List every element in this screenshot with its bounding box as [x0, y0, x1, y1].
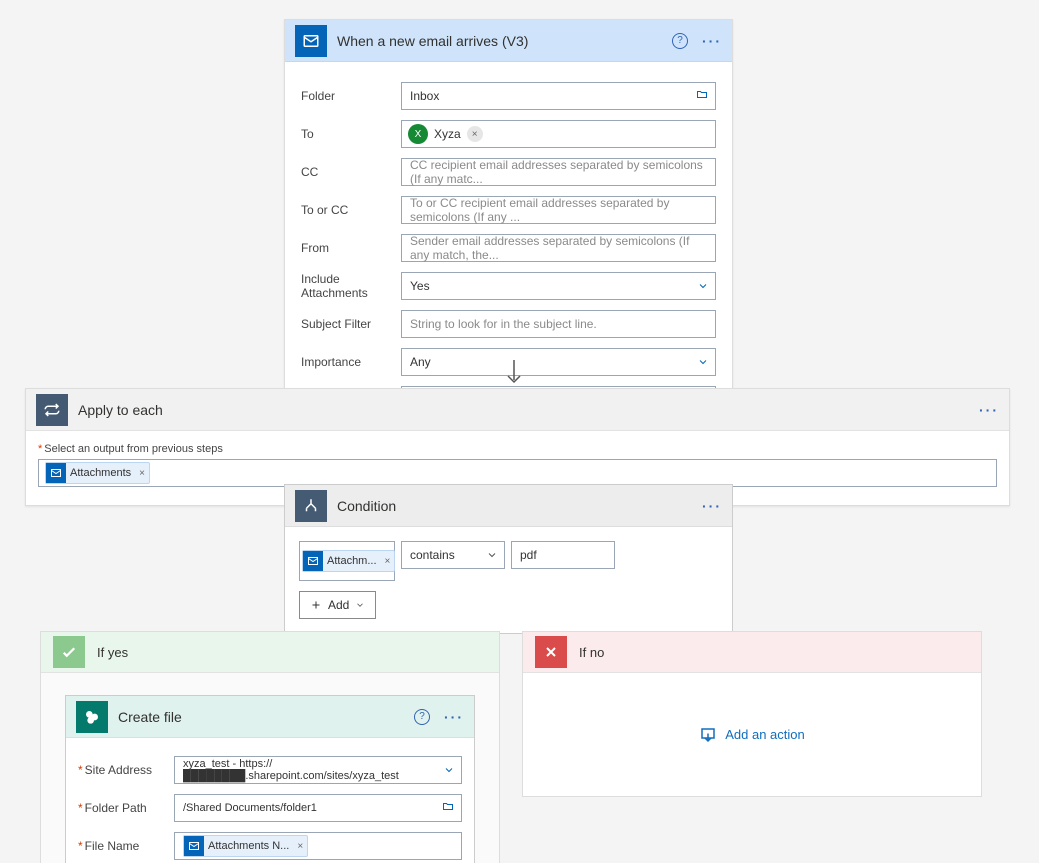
if-no-branch: If no Add an action [522, 631, 982, 797]
remove-token[interactable]: × [381, 556, 395, 567]
cc-label: CC [301, 165, 401, 179]
file-name-label: *File Name [78, 839, 174, 853]
if-no-header[interactable]: If no [523, 632, 981, 672]
add-action-button[interactable]: Add an action [699, 726, 805, 744]
condition-menu[interactable]: ··· [702, 498, 722, 514]
condition-right-input[interactable]: pdf [511, 541, 615, 569]
condition-operator-select[interactable]: contains [401, 541, 505, 569]
site-address-label: *Site Address [78, 763, 174, 777]
trigger-title: When a new email arrives (V3) [337, 33, 672, 49]
remove-contact[interactable]: × [467, 126, 483, 142]
to-or-cc-label: To or CC [301, 203, 401, 217]
trigger-menu[interactable]: ··· [702, 33, 722, 49]
folder-icon [695, 89, 709, 104]
condition-title: Condition [337, 498, 702, 514]
chevron-down-icon [486, 549, 498, 561]
output-input[interactable]: Attachments × [38, 459, 997, 487]
loop-icon [36, 394, 68, 426]
apply-title: Apply to each [78, 402, 979, 418]
to-or-cc-input[interactable]: To or CC recipient email addresses separ… [401, 196, 716, 224]
help-icon[interactable]: ? [414, 709, 430, 725]
to-contact-pill: X Xyza × [408, 123, 489, 145]
if-yes-header[interactable]: If yes [41, 632, 499, 672]
folder-picker[interactable]: Inbox [401, 82, 716, 110]
create-file-header[interactable]: Create file ? ··· [66, 696, 474, 738]
chevron-down-icon [697, 356, 709, 368]
create-file-menu[interactable]: ··· [444, 709, 464, 725]
chevron-down-icon [697, 280, 709, 292]
to-input[interactable]: X Xyza × [401, 120, 716, 148]
folder-path-input[interactable]: /Shared Documents/folder1 [174, 794, 462, 822]
attachment-name-token: Attachm... × [302, 550, 395, 572]
add-condition-button[interactable]: Add [299, 591, 376, 619]
avatar-icon: X [408, 124, 428, 144]
close-icon [535, 636, 567, 668]
cc-input[interactable]: CC recipient email addresses separated b… [401, 158, 716, 186]
from-input[interactable]: Sender email addresses separated by semi… [401, 234, 716, 262]
to-label: To [301, 127, 401, 141]
outlook-icon [46, 463, 66, 483]
folder-path-label: *Folder Path [78, 801, 174, 815]
remove-token[interactable]: × [135, 468, 149, 479]
create-file-title: Create file [118, 709, 414, 725]
apply-header[interactable]: Apply to each ··· [26, 389, 1009, 431]
folder-icon [441, 801, 455, 816]
subject-filter-label: Subject Filter [301, 317, 401, 331]
importance-select[interactable]: Any [401, 348, 716, 376]
chevron-down-icon [443, 764, 455, 776]
sharepoint-icon [76, 701, 108, 733]
condition-card: Condition ··· Attachm... × contains pdf [284, 484, 733, 634]
attachments-name-token: Attachments N... × [183, 835, 308, 857]
attachments-token: Attachments × [45, 462, 150, 484]
folder-label: Folder [301, 89, 401, 103]
output-label: Select an output from previous steps [38, 443, 997, 455]
apply-menu[interactable]: ··· [979, 402, 999, 418]
outlook-icon [303, 551, 323, 571]
check-icon [53, 636, 85, 668]
remove-token[interactable]: × [293, 841, 307, 852]
from-label: From [301, 241, 401, 255]
create-file-card: Create file ? ··· *Site Address xyza_tes… [65, 695, 475, 863]
include-attachments-select[interactable]: Yes [401, 272, 716, 300]
help-icon[interactable]: ? [672, 33, 688, 49]
importance-label: Importance [301, 355, 401, 369]
file-name-input[interactable]: Attachments N... × [174, 832, 462, 860]
condition-header[interactable]: Condition ··· [285, 485, 732, 527]
outlook-icon [184, 836, 204, 856]
condition-icon [295, 490, 327, 522]
trigger-header[interactable]: When a new email arrives (V3) ? ··· [285, 20, 732, 62]
if-yes-branch: If yes Create file ? ··· *Site Address [40, 631, 500, 863]
flow-arrow-icon [506, 360, 522, 391]
subject-filter-input[interactable]: String to look for in the subject line. [401, 310, 716, 338]
include-attachments-label: Include Attachments [301, 272, 401, 300]
outlook-icon [295, 25, 327, 57]
condition-left-input[interactable]: Attachm... × [299, 541, 395, 581]
site-address-select[interactable]: xyza_test - https://████████.sharepoint.… [174, 756, 462, 784]
